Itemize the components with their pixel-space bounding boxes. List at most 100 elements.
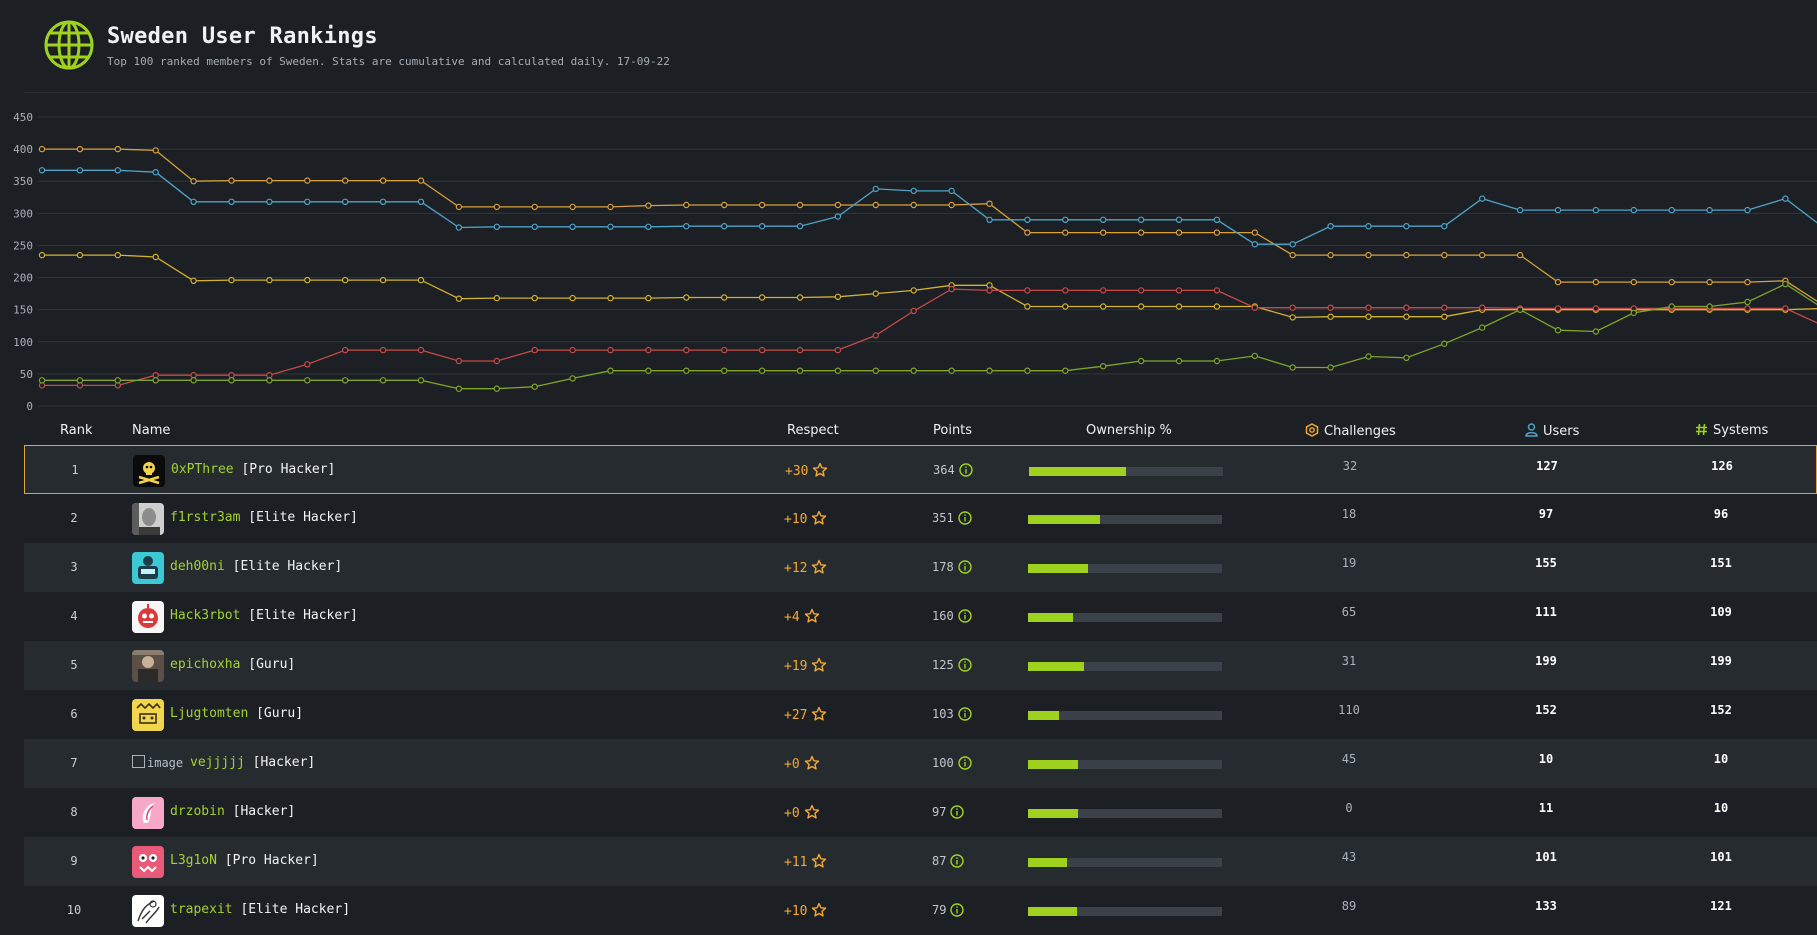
data-point[interactable] [1441,251,1448,259]
data-point[interactable] [38,145,46,153]
info-icon[interactable] [958,463,973,477]
username-link[interactable]: Hack3rbot [170,608,240,623]
info-icon[interactable] [957,511,972,525]
data-point[interactable] [796,201,804,209]
username-link[interactable]: Ljugtomten [170,706,248,721]
data-point[interactable] [1251,352,1259,360]
table-row[interactable]: 8 drzobin [Hacker] +0 97 0 11 10 [24,788,1817,837]
data-point[interactable] [1554,326,1562,334]
data-point[interactable] [1365,313,1372,320]
data-point[interactable] [228,377,235,384]
data-point[interactable] [1782,305,1789,312]
data-point[interactable] [1024,229,1031,236]
table-row[interactable]: 9 L3g1oN [Pro Hacker] +11 87 43 101 101 [24,837,1817,886]
data-point[interactable] [531,294,538,302]
data-point[interactable] [228,372,235,379]
data-point[interactable] [266,372,273,379]
username-link[interactable]: deh00ni [170,559,225,574]
data-point[interactable] [1744,278,1751,286]
star-icon[interactable] [804,608,820,624]
data-point[interactable] [1175,229,1183,236]
star-icon[interactable] [811,853,827,869]
data-point[interactable] [1592,328,1600,335]
table-row[interactable]: 4 Hack3rbot [Elite Hacker] +4 160 65 111 109 [24,592,1817,641]
username-link[interactable]: drzobin [170,804,225,819]
data-point[interactable] [1403,313,1410,320]
data-point[interactable] [1478,304,1486,311]
star-icon[interactable] [812,462,828,478]
data-point[interactable] [114,377,122,384]
data-point[interactable] [228,276,235,284]
systems-header[interactable]: Systems [1695,423,1768,438]
data-point[interactable] [1478,324,1486,331]
data-point[interactable] [38,167,46,174]
data-point[interactable] [872,185,880,193]
data-point[interactable] [379,377,387,384]
data-point[interactable] [569,223,576,231]
table-row[interactable]: 1 0xPThree [Pro Hacker] +30 364 32 127 126 [24,445,1817,494]
data-point[interactable] [1478,251,1486,259]
data-point[interactable] [152,253,159,261]
data-point[interactable] [1630,206,1638,214]
info-icon[interactable] [950,805,965,819]
data-point[interactable] [683,201,690,209]
data-point[interactable] [152,377,159,384]
data-point[interactable] [834,213,842,220]
data-point[interactable] [1137,303,1145,310]
data-point[interactable] [1554,305,1562,312]
data-point[interactable] [1516,306,1524,313]
data-point[interactable] [1137,229,1145,236]
data-point[interactable] [1403,354,1410,361]
info-icon[interactable] [950,903,965,917]
username-link[interactable]: L3g1oN [170,853,217,868]
data-point[interactable] [1251,229,1259,236]
data-point[interactable] [417,377,425,384]
data-point[interactable] [304,198,311,206]
broken-image-icon[interactable]: image [132,755,183,770]
data-point[interactable] [1744,298,1751,306]
data-point[interactable] [607,367,614,374]
data-point[interactable] [38,382,46,389]
data-point[interactable] [986,282,993,289]
data-point[interactable] [304,361,311,368]
data-point[interactable] [872,201,880,209]
data-point[interactable] [1099,303,1107,310]
data-point[interactable] [1175,357,1183,365]
data-point[interactable] [493,294,500,302]
data-point[interactable] [531,223,538,231]
avatar[interactable] [132,601,164,633]
points-header[interactable]: Points [933,423,972,438]
avatar[interactable] [132,699,164,731]
table-row[interactable]: 5 epichoxha [Guru] +19 125 31 199 199 [24,641,1817,690]
data-point[interactable] [152,147,159,154]
data-point[interactable] [645,223,652,231]
data-point[interactable] [948,367,955,374]
data-point[interactable] [1706,206,1713,214]
data-point[interactable] [1516,206,1524,214]
data-point[interactable] [1668,303,1675,310]
data-point[interactable] [1706,278,1713,286]
data-point[interactable] [796,294,804,301]
username-link[interactable]: trapexit [170,902,233,917]
data-point[interactable] [1289,314,1296,321]
data-point[interactable] [1668,278,1675,286]
data-point[interactable] [758,294,766,301]
data-point[interactable] [38,377,46,384]
data-point[interactable] [228,198,235,206]
data-point[interactable] [1782,195,1789,202]
data-point[interactable] [796,346,804,354]
data-point[interactable] [1516,251,1524,259]
data-point[interactable] [1592,206,1600,214]
data-point[interactable] [607,203,614,211]
data-point[interactable] [152,372,159,379]
data-point[interactable] [493,357,500,365]
username-link[interactable]: f1rstr3am [170,510,240,525]
data-point[interactable] [1251,240,1259,248]
data-point[interactable] [266,377,273,384]
data-point[interactable] [76,167,84,174]
data-point[interactable] [342,377,349,384]
data-point[interactable] [1289,240,1296,248]
data-point[interactable] [152,168,159,176]
data-point[interactable] [758,346,766,354]
respect-header[interactable]: Respect [787,423,839,438]
